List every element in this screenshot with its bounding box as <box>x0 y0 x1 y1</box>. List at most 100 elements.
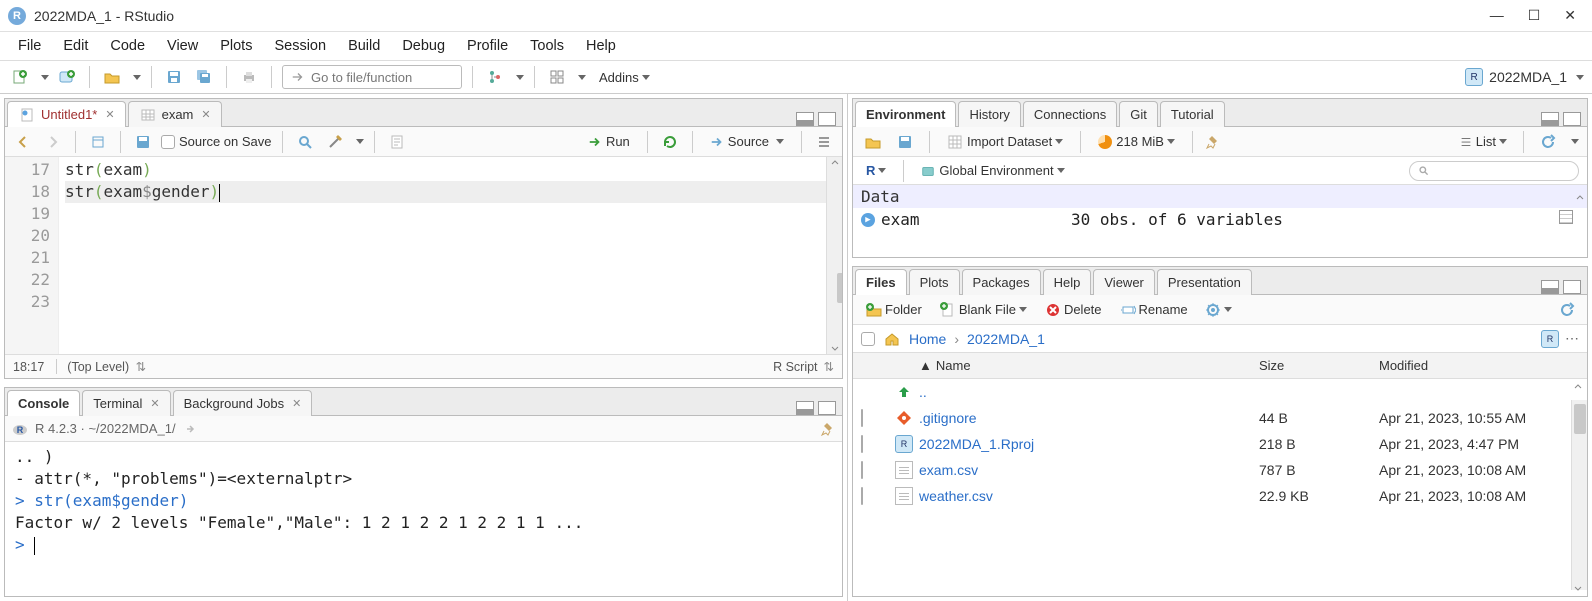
outline-button[interactable] <box>812 130 836 154</box>
save-button[interactable] <box>162 65 186 89</box>
home-icon[interactable] <box>883 330 901 348</box>
scroll-down-icon[interactable] <box>1573 584 1583 594</box>
env-scope-button[interactable]: Global Environment <box>916 159 1069 183</box>
file-checkbox[interactable] <box>861 409 863 427</box>
save-all-button[interactable] <box>192 65 216 89</box>
console-tab[interactable]: Background Jobs✕ <box>173 390 313 416</box>
refresh-menu-icon[interactable] <box>1571 139 1579 144</box>
rename-button[interactable]: Rename <box>1115 298 1193 322</box>
sort-by-name-button[interactable]: ▲ Name <box>919 358 1259 373</box>
addins-button[interactable]: Addins <box>592 65 657 89</box>
source-editor[interactable]: 17181920212223 str(exam)str(exam$gender) <box>5 157 842 354</box>
maximize-pane-button[interactable] <box>818 112 836 126</box>
file-type-label[interactable]: R Script <box>773 360 817 374</box>
menu-file[interactable]: File <box>8 36 51 56</box>
refresh-env-button[interactable] <box>1536 130 1560 154</box>
source-tab[interactable]: exam✕ <box>128 101 222 127</box>
source-tab[interactable]: Untitled1*✕ <box>7 101 126 127</box>
view-data-icon[interactable] <box>1559 210 1573 224</box>
scope-updown-icon[interactable]: ⇅ <box>136 360 146 374</box>
file-row[interactable]: R2022MDA_1.Rproj218 BApr 21, 2023, 4:47 … <box>853 431 1587 457</box>
breadcrumb-folder[interactable]: 2022MDA_1 <box>967 331 1045 347</box>
window-maximize-button[interactable]: ☐ <box>1528 7 1541 24</box>
menu-help[interactable]: Help <box>576 36 626 56</box>
menu-code[interactable]: Code <box>100 36 155 56</box>
files-tab[interactable]: Viewer <box>1093 269 1155 295</box>
console-tab[interactable]: Console <box>7 390 80 416</box>
new-file-menu-icon[interactable] <box>41 75 49 80</box>
console-tab[interactable]: Terminal✕ <box>82 390 170 416</box>
window-minimize-button[interactable]: — <box>1490 7 1504 24</box>
print-button[interactable] <box>237 65 261 89</box>
window-close-button[interactable]: ✕ <box>1564 7 1576 24</box>
menu-build[interactable]: Build <box>338 36 390 56</box>
maximize-pane-button[interactable] <box>1563 280 1581 294</box>
scroll-up-icon[interactable] <box>1575 192 1585 202</box>
close-tab-icon[interactable]: ✕ <box>105 108 114 121</box>
scroll-up-icon[interactable] <box>830 157 840 167</box>
files-tab[interactable]: Help <box>1043 269 1092 295</box>
file-row[interactable]: exam.csv787 BApr 21, 2023, 10:08 AM <box>853 457 1587 483</box>
menu-debug[interactable]: Debug <box>392 36 455 56</box>
editor-scrollbar[interactable] <box>826 157 842 354</box>
find-replace-button[interactable] <box>293 130 317 154</box>
new-project-button[interactable] <box>55 65 79 89</box>
save-workspace-button[interactable] <box>893 130 917 154</box>
files-tab[interactable]: Plots <box>909 269 960 295</box>
delete-button[interactable]: Delete <box>1040 298 1107 322</box>
console-popout-icon[interactable] <box>182 420 200 438</box>
menu-plots[interactable]: Plots <box>210 36 262 56</box>
maximize-pane-button[interactable] <box>818 401 836 415</box>
file-type-updown-icon[interactable]: ⇅ <box>824 359 834 374</box>
vcs-button[interactable] <box>483 65 507 89</box>
code-line[interactable] <box>65 269 836 291</box>
rerun-button[interactable] <box>658 130 682 154</box>
menu-tools[interactable]: Tools <box>520 36 574 56</box>
minimize-pane-button[interactable] <box>1541 280 1559 294</box>
env-tab[interactable]: History <box>958 101 1020 127</box>
code-line[interactable]: str(exam) <box>65 159 836 181</box>
console-output[interactable]: .. ) - attr(*, "problems")=<externalptr>… <box>5 442 842 596</box>
open-file-button[interactable] <box>100 65 124 89</box>
code-tools-menu-icon[interactable] <box>356 139 364 144</box>
more-button[interactable] <box>1201 298 1236 322</box>
expand-icon[interactable]: ▶ <box>861 213 875 227</box>
scroll-down-icon[interactable] <box>830 344 840 354</box>
clear-console-button[interactable] <box>820 421 836 437</box>
menu-session[interactable]: Session <box>264 36 336 56</box>
file-name[interactable]: 2022MDA_1.Rproj <box>919 436 1259 452</box>
vcs-menu-icon[interactable] <box>516 75 524 80</box>
goto-file-input[interactable]: Go to file/function <box>282 65 462 89</box>
select-all-checkbox[interactable] <box>861 332 875 346</box>
new-blank-file-button[interactable]: Blank File <box>935 298 1032 322</box>
go-to-project-dir-icon[interactable]: R <box>1541 330 1559 348</box>
files-tab[interactable]: Files <box>855 269 907 295</box>
import-dataset-button[interactable]: Import Dataset <box>942 130 1068 154</box>
file-checkbox[interactable] <box>861 461 863 479</box>
source-button[interactable]: Source <box>703 131 791 152</box>
sort-by-modified-button[interactable]: Modified <box>1379 358 1579 373</box>
panes-button[interactable] <box>545 65 569 89</box>
code-line[interactable] <box>65 291 836 313</box>
file-name[interactable]: exam.csv <box>919 462 1259 478</box>
load-workspace-button[interactable] <box>861 130 885 154</box>
env-search-input[interactable] <box>1409 161 1579 181</box>
memory-usage-button[interactable]: 218 MiB <box>1093 130 1180 154</box>
run-button[interactable]: Run <box>581 131 637 152</box>
compile-report-button[interactable] <box>385 130 409 154</box>
files-tab[interactable]: Packages <box>962 269 1041 295</box>
code-line[interactable] <box>65 203 836 225</box>
project-menu[interactable]: R 2022MDA_1 <box>1465 68 1584 86</box>
env-view-mode-button[interactable]: List <box>1455 130 1511 154</box>
open-recent-menu-icon[interactable] <box>133 75 141 80</box>
code-tools-button[interactable] <box>323 130 347 154</box>
panes-menu-icon[interactable] <box>578 75 586 80</box>
more-path-button[interactable]: ⋯ <box>1565 330 1579 347</box>
code-line[interactable] <box>65 247 836 269</box>
files-tab[interactable]: Presentation <box>1157 269 1252 295</box>
close-tab-icon[interactable]: ✕ <box>150 397 159 410</box>
new-file-button[interactable] <box>8 65 32 89</box>
env-tab[interactable]: Tutorial <box>1160 101 1225 127</box>
language-scope-button[interactable]: R <box>861 159 891 183</box>
file-name[interactable]: weather.csv <box>919 488 1259 504</box>
